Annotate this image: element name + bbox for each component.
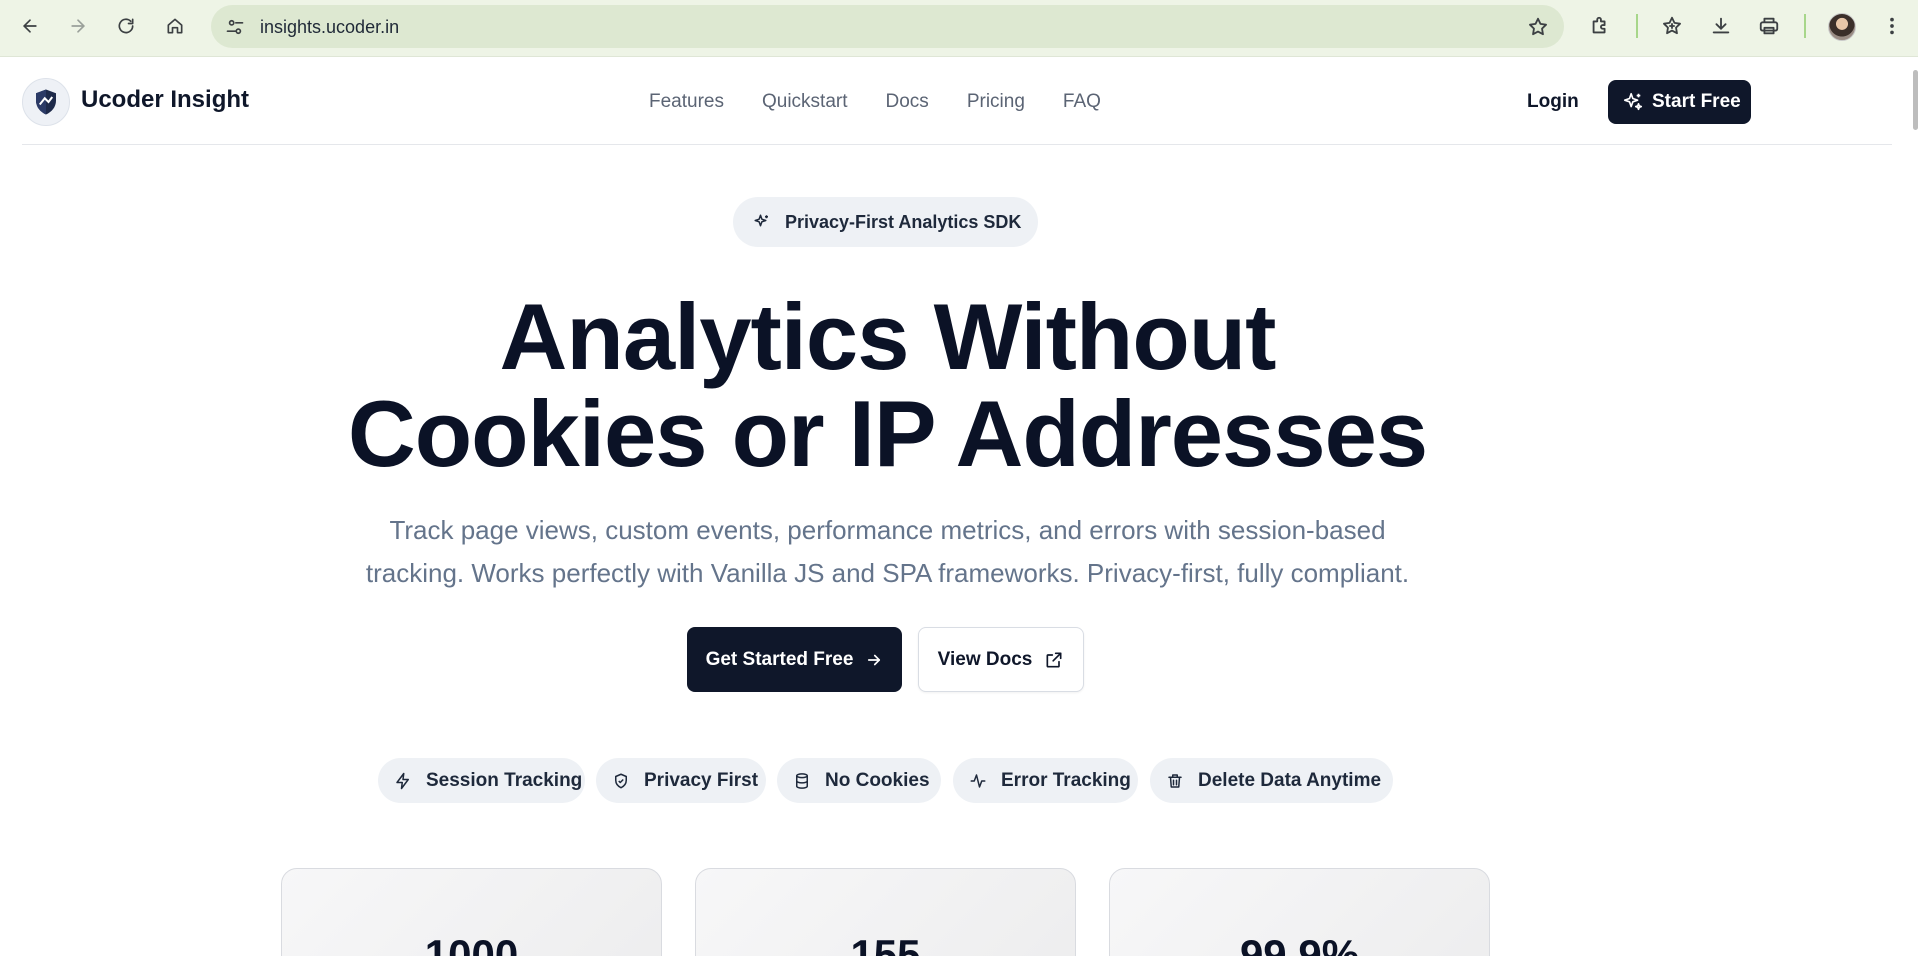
hero-headline-line1: Analytics Without (499, 284, 1277, 389)
reload-icon (118, 18, 134, 34)
hero-subtitle-line2: tracking. Works perfectly with Vanilla J… (365, 558, 1410, 588)
stat-value: 99.9% (1239, 931, 1360, 956)
hero-badge-label: Privacy-First Analytics SDK (785, 211, 1022, 232)
address-bar[interactable]: insights.ucoder.in (211, 5, 1564, 48)
site-info-icon[interactable] (221, 13, 249, 41)
feature-chip-privacy-first: Privacy First (596, 758, 766, 803)
brand-name[interactable]: Ucoder Insight (81, 86, 249, 114)
sparkles-icon (754, 214, 768, 227)
nav-pricing[interactable]: Pricing (967, 91, 1025, 113)
arrow-right-icon (71, 19, 85, 33)
toolbar-divider (1804, 14, 1806, 38)
url-text: insights.ucoder.in (260, 17, 400, 37)
nav-faq[interactable]: FAQ (1063, 91, 1101, 113)
hero-badge: Privacy-First Analytics SDK (733, 197, 1038, 247)
stat-card: 99.9% (1109, 868, 1490, 956)
shield-logo-icon (36, 89, 56, 115)
nav-docs[interactable]: Docs (886, 91, 929, 113)
forward-button[interactable] (62, 10, 94, 42)
feature-label: Session Tracking (426, 769, 583, 791)
shield-check-icon (615, 773, 627, 788)
start-free-label: Start Free (1652, 91, 1741, 112)
feature-label: No Cookies (825, 769, 930, 791)
profile-avatar[interactable] (1828, 13, 1856, 41)
reload-button[interactable] (110, 10, 142, 42)
feature-label: Delete Data Anytime (1198, 769, 1382, 791)
download-icon[interactable] (1705, 10, 1737, 42)
feature-chip-no-cookies: No Cookies (777, 758, 941, 803)
bookmarks-icon[interactable] (1656, 10, 1688, 42)
hero-headline-line2: Cookies or IP Addresses (347, 381, 1428, 486)
bookmark-star-icon[interactable] (1526, 15, 1550, 39)
feature-label: Error Tracking (1001, 769, 1131, 791)
main-nav: Features Quickstart Docs Pricing FAQ (649, 91, 1139, 113)
view-docs-button[interactable]: View Docs (918, 627, 1084, 692)
login-link[interactable]: Login (1527, 91, 1579, 113)
toolbar-divider (1636, 14, 1638, 38)
start-free-button[interactable]: Start Free (1608, 80, 1751, 124)
page-scrollbar[interactable] (1913, 70, 1918, 130)
nav-quickstart[interactable]: Quickstart (762, 91, 848, 113)
activity-icon (970, 773, 986, 788)
hero-headline: Analytics Without Cookies or IP Addresse… (0, 288, 1775, 482)
external-link-icon (1046, 652, 1062, 667)
feature-chip-error-tracking: Error Tracking (953, 758, 1138, 803)
logo[interactable] (22, 78, 70, 126)
stat-card: 155 (695, 868, 1076, 956)
arrow-right-icon (868, 654, 881, 665)
home-icon (167, 18, 183, 34)
bolt-icon (396, 772, 409, 789)
stat-card: 1000 (281, 868, 662, 956)
hero-subtitle-line1: Track page views, custom events, perform… (389, 515, 1386, 545)
sparkles-icon (1623, 92, 1643, 111)
get-started-button[interactable]: Get Started Free (687, 627, 902, 692)
feature-label: Privacy First (644, 769, 759, 791)
view-docs-label: View Docs (937, 648, 1033, 670)
home-button[interactable] (159, 10, 191, 42)
feature-chip-delete-data: Delete Data Anytime (1150, 758, 1393, 803)
stat-value: 1000 (424, 931, 519, 956)
nav-features[interactable]: Features (649, 91, 724, 113)
hero-subtitle: Track page views, custom events, perform… (0, 509, 1775, 595)
feature-chip-session-tracking: Session Tracking (378, 758, 585, 803)
site-header: Ucoder Insight Features Quickstart Docs … (22, 58, 1892, 145)
print-icon[interactable] (1753, 10, 1785, 42)
back-button[interactable] (14, 10, 46, 42)
browser-toolbar: insights.ucoder.in (0, 0, 1918, 57)
stat-value: 155 (850, 931, 921, 956)
arrow-left-icon (23, 19, 37, 33)
trash-icon (1168, 773, 1182, 788)
database-icon (796, 772, 808, 789)
more-menu-icon[interactable] (1876, 10, 1908, 42)
get-started-label: Get Started Free (705, 648, 854, 670)
extensions-icon[interactable] (1584, 10, 1616, 42)
